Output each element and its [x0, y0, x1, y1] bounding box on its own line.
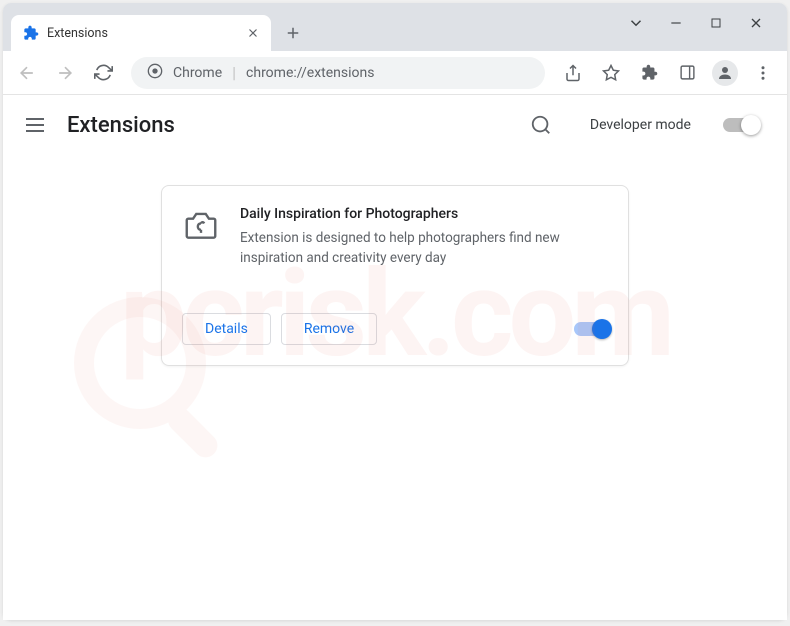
menu-icon[interactable]	[747, 57, 779, 89]
page-content: Extensions Developer mode Daily Inspirat…	[3, 95, 787, 620]
page-title: Extensions	[67, 113, 510, 138]
tab-title: Extensions	[47, 26, 237, 41]
omnibox-label: Chrome	[173, 65, 222, 81]
remove-button[interactable]: Remove	[281, 313, 377, 345]
camera-icon	[182, 206, 220, 244]
developer-mode-label: Developer mode	[590, 117, 691, 133]
omnibox-url: chrome://extensions	[246, 65, 374, 81]
puzzle-icon	[23, 25, 39, 41]
toolbar: Chrome | chrome://extensions	[3, 51, 787, 95]
extensions-icon[interactable]	[633, 57, 665, 89]
forward-button[interactable]	[49, 57, 81, 89]
browser-tab[interactable]: Extensions	[11, 15, 271, 51]
extension-description: Extension is designed to help photograph…	[240, 228, 608, 269]
extension-name: Daily Inspiration for Photographers	[240, 206, 608, 222]
sidepanel-icon[interactable]	[671, 57, 703, 89]
close-icon[interactable]	[245, 25, 261, 41]
titlebar: Extensions	[3, 3, 787, 51]
reload-button[interactable]	[87, 57, 119, 89]
details-button[interactable]: Details	[182, 313, 271, 345]
minimize-button[interactable]	[667, 14, 685, 32]
address-bar[interactable]: Chrome | chrome://extensions	[131, 57, 545, 89]
search-icon[interactable]	[530, 114, 552, 136]
new-tab-button[interactable]	[279, 19, 307, 47]
hamburger-icon[interactable]	[23, 113, 47, 137]
close-window-button[interactable]	[747, 14, 765, 32]
chrome-icon	[147, 63, 163, 83]
share-icon[interactable]	[557, 57, 589, 89]
chevron-down-icon[interactable]	[627, 14, 645, 32]
extension-toggle[interactable]	[574, 322, 608, 336]
back-button[interactable]	[11, 57, 43, 89]
bookmark-icon[interactable]	[595, 57, 627, 89]
maximize-button[interactable]	[707, 14, 725, 32]
profile-button[interactable]	[709, 57, 741, 89]
extension-card: Daily Inspiration for Photographers Exte…	[161, 185, 629, 366]
developer-mode-toggle[interactable]	[723, 118, 759, 132]
